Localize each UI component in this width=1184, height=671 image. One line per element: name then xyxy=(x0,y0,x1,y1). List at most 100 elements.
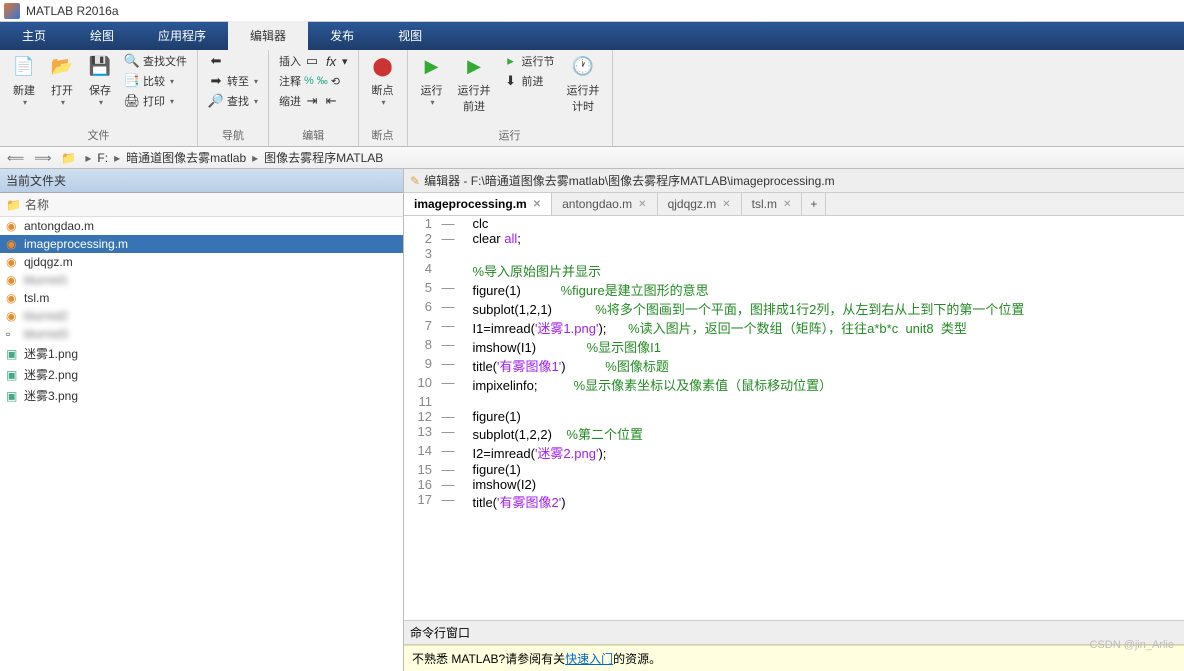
code-line[interactable]: 7— I1=imread('迷雾1.png'); %读入图片，返回一个数组（矩阵… xyxy=(404,318,1184,337)
run-button[interactable]: ▶ 运行 xyxy=(414,52,450,109)
tab-label: qjdqgz.m xyxy=(668,197,717,211)
breakpoints-button[interactable]: ⬤ 断点 xyxy=(365,52,401,109)
nav-back-button[interactable]: ⬅ xyxy=(204,52,262,70)
code-line[interactable]: 6— subplot(1,2,1) %将多个图画到一个平面，图排成1行2列，从左… xyxy=(404,299,1184,318)
code-text: subplot(1,2,1) %将多个图画到一个平面，图排成1行2列，从左到右从… xyxy=(458,299,1184,318)
file-item[interactable]: ▣迷雾1.png xyxy=(0,343,403,364)
open-button[interactable]: 📂 打开 xyxy=(44,52,80,109)
nav-up-icon[interactable]: 📁 xyxy=(58,151,79,165)
m-file-icon: ◉ xyxy=(6,309,20,323)
code-line[interactable]: 12— figure(1) xyxy=(404,409,1184,424)
nav-back-icon[interactable]: ⟸ xyxy=(4,151,27,165)
file-name: blurred2 xyxy=(24,309,68,323)
editor-tab[interactable]: antongdao.m ✕ xyxy=(552,193,657,215)
file-name: imageprocessing.m xyxy=(24,237,128,251)
file-item[interactable]: ◉tsl.m xyxy=(0,289,403,307)
file-name: blurred1 xyxy=(24,273,68,287)
folder-icon: 📁 xyxy=(6,198,21,212)
nav-forward-icon[interactable]: ⟹ xyxy=(31,151,54,165)
code-line[interactable]: 14— I2=imread('迷雾2.png'); xyxy=(404,443,1184,462)
ribbon-group-file: 📄 新建 📂 打开 💾 保存 🔍查找文件 📑比较 🖨打印 文件 xyxy=(0,50,198,146)
code-line[interactable]: 15— figure(1) xyxy=(404,462,1184,477)
comment-button[interactable]: 注释 % ‰ ⟲ xyxy=(275,72,352,90)
file-item[interactable]: ▣迷雾2.png xyxy=(0,364,403,385)
find-button[interactable]: 🔎查找 xyxy=(204,92,262,110)
matlab-logo-icon xyxy=(4,3,20,19)
tab-editor[interactable]: 编辑器 xyxy=(228,21,308,50)
code-line[interactable]: 9— title('有雾图像1') %图像标题 xyxy=(404,356,1184,375)
play-advance-icon: ▶ xyxy=(462,54,486,78)
indent-button[interactable]: 缩进 ⇥ ⇤ xyxy=(275,92,352,110)
run-advance-button[interactable]: ▶ 运行并 前进 xyxy=(452,52,497,116)
code-line[interactable]: 5— figure(1) %figure是建立图形的意思 xyxy=(404,280,1184,299)
breakpoint-icon: ⬤ xyxy=(371,54,395,78)
file-item[interactable]: ▫blurred3 xyxy=(0,325,403,343)
close-icon[interactable]: ✕ xyxy=(783,199,791,210)
file-item[interactable]: ◉blurred1 xyxy=(0,271,403,289)
file-item[interactable]: ◉antongdao.m xyxy=(0,217,403,235)
close-icon[interactable]: ✕ xyxy=(533,199,541,210)
breadcrumb-part-1[interactable]: 暗通道图像去雾matlab xyxy=(126,149,246,166)
line-number: 14 xyxy=(404,443,438,462)
tab-view[interactable]: 视图 xyxy=(376,21,444,50)
close-icon[interactable]: ✕ xyxy=(638,199,646,210)
code-line[interactable]: 10— impixelinfo; %显示像素坐标以及像素值（鼠标移动位置） xyxy=(404,375,1184,394)
file-item[interactable]: ◉qjdqgz.m xyxy=(0,253,403,271)
line-number: 10 xyxy=(404,375,438,394)
code-line[interactable]: 16— imshow(I2) xyxy=(404,477,1184,492)
pencil-icon: ✎ xyxy=(410,174,420,188)
breadcrumb-part-2[interactable]: 图像去雾程序MATLAB xyxy=(264,149,383,166)
insert-button[interactable]: 插入 ▭ fx ▾ xyxy=(275,52,352,70)
file-name: qjdqgz.m xyxy=(24,255,73,269)
sidebar-col-header[interactable]: 📁 名称 xyxy=(0,193,403,217)
add-tab-button[interactable]: + xyxy=(802,193,826,215)
file-item[interactable]: ◉ blurred2 xyxy=(0,307,403,325)
advance-button[interactable]: ⬇前进 xyxy=(499,72,559,90)
goto-button[interactable]: ➡转至 xyxy=(204,72,262,90)
quick-start-link[interactable]: 快速入门 xyxy=(565,652,613,666)
tab-label: imageprocessing.m xyxy=(414,197,527,211)
code-line[interactable]: 3 xyxy=(404,246,1184,261)
tab-plots[interactable]: 绘图 xyxy=(68,21,136,50)
file-icon: ▫ xyxy=(6,327,20,341)
print-button[interactable]: 🖨打印 xyxy=(120,92,191,110)
code-line[interactable]: 2— clear all; xyxy=(404,231,1184,246)
ribbon-group-breakpoints: ⬤ 断点 断点 xyxy=(359,50,408,146)
code-line[interactable]: 17— title('有雾图像2') xyxy=(404,492,1184,511)
code-line[interactable]: 8— imshow(I1) %显示图像I1 xyxy=(404,337,1184,356)
ribbon-group-edit: 插入 ▭ fx ▾ 注释 % ‰ ⟲ 缩进 ⇥ ⇤ 编辑 xyxy=(269,50,359,146)
fold-dash: — xyxy=(438,280,458,299)
editor-tab[interactable]: qjdqgz.m ✕ xyxy=(658,193,742,215)
tab-publish[interactable]: 发布 xyxy=(308,21,376,50)
file-name: tsl.m xyxy=(24,291,49,305)
save-button[interactable]: 💾 保存 xyxy=(82,52,118,109)
code-line[interactable]: 13— subplot(1,2,2) %第二个位置 xyxy=(404,424,1184,443)
arrow-left-icon: ⬅ xyxy=(208,53,224,69)
file-item[interactable]: ◉ imageprocessing.m xyxy=(0,235,403,253)
code-line[interactable]: 1— clc xyxy=(404,216,1184,231)
line-number: 3 xyxy=(404,246,438,261)
line-number: 13 xyxy=(404,424,438,443)
run-section-button[interactable]: ▸运行节 xyxy=(499,52,559,70)
tab-apps[interactable]: 应用程序 xyxy=(136,21,228,50)
sidebar-title: 当前文件夹 xyxy=(0,169,403,193)
new-file-icon: 📄 xyxy=(12,54,36,78)
tab-label: antongdao.m xyxy=(562,197,632,211)
breadcrumb-drive[interactable]: F: xyxy=(97,151,108,165)
find-files-button[interactable]: 🔍查找文件 xyxy=(120,52,191,70)
file-list: ◉antongdao.m◉imageprocessing.m◉qjdqgz.m◉… xyxy=(0,217,403,671)
close-icon[interactable]: ✕ xyxy=(722,199,730,210)
m-file-icon: ◉ xyxy=(6,237,20,251)
compare-button[interactable]: 📑比较 xyxy=(120,72,191,90)
new-button[interactable]: 📄 新建 xyxy=(6,52,42,109)
code-line[interactable]: 11 xyxy=(404,394,1184,409)
file-item[interactable]: ▣迷雾3.png xyxy=(0,385,403,406)
code-line[interactable]: 4 %导入原始图片并显示 xyxy=(404,261,1184,280)
clock-icon: 🕐 xyxy=(571,54,595,78)
editor-tab[interactable]: tsl.m✕ xyxy=(742,193,803,215)
editor-tab[interactable]: imageprocessing.m ✕ xyxy=(404,193,552,215)
run-time-button[interactable]: 🕐 运行并 计时 xyxy=(561,52,606,116)
tab-home[interactable]: 主页 xyxy=(0,21,68,50)
code-area[interactable]: 1— clc2— clear all;3 4 %导入原始图片并显示5— figu… xyxy=(404,216,1184,620)
fold-dash: — xyxy=(438,375,458,394)
